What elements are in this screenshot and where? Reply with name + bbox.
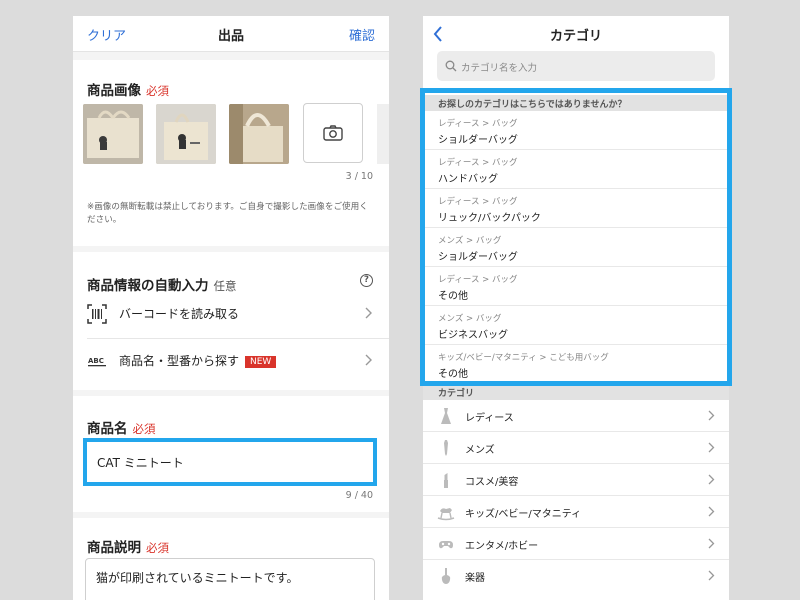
listing-nav-bar: クリア 出品 確認 <box>73 16 389 52</box>
product-name-value: CAT ミニトート <box>97 456 184 470</box>
rocking-horse-icon <box>437 508 455 521</box>
category-title: カテゴリ <box>549 29 602 44</box>
photos-heading: 商品画像 必須 <box>87 79 169 99</box>
optional-label: 任意 <box>213 279 237 293</box>
necktie-icon <box>444 440 448 456</box>
autofill-heading: 商品情報の自動入力 任意 <box>87 274 237 294</box>
category-list-header: カテゴリ <box>423 384 729 400</box>
category-label: メンズ <box>465 445 495 456</box>
required-label: 必須 <box>132 422 156 436</box>
category-item-kids[interactable]: キッズ/ベビー/マタニティ <box>423 496 729 528</box>
category-item-ladies[interactable]: レディース <box>423 400 729 432</box>
abc-icon: ABC <box>88 357 106 367</box>
photo-thumbnail-3[interactable] <box>229 104 289 164</box>
category-label: コスメ/美容 <box>465 477 519 488</box>
gamepad-icon <box>439 541 453 549</box>
help-icon[interactable]: ? <box>360 274 373 287</box>
photos-heading-text: 商品画像 <box>87 83 141 99</box>
new-badge: NEW <box>245 356 277 368</box>
chevron-right-icon <box>708 538 715 549</box>
chevron-right-icon <box>708 410 715 421</box>
required-label: 必須 <box>146 541 169 555</box>
instrument-icon <box>441 568 451 584</box>
listing-title: 出品 <box>217 29 244 44</box>
description-heading: 商品説明 必須 <box>87 536 169 556</box>
category-item-cosmetics[interactable]: コスメ/美容 <box>423 464 729 496</box>
photo-slot-edge <box>377 104 389 164</box>
category-item-entertainment[interactable]: エンタメ/ホビー <box>423 528 729 560</box>
photo-thumbnail-1[interactable] <box>83 104 143 164</box>
name-search-row[interactable]: ABC 商品名・型番から探す NEW <box>73 339 389 383</box>
barcode-label: バーコードを読み取る <box>119 307 240 321</box>
category-label: 楽器 <box>465 573 485 584</box>
chevron-right-icon <box>708 474 715 485</box>
chevron-right-icon <box>708 506 715 517</box>
search-placeholder: カテゴリ名を入力 <box>461 63 538 74</box>
category-item-mens[interactable]: メンズ <box>423 432 729 464</box>
chevron-right-icon <box>708 570 715 581</box>
description-value: 猫が印刷されているミニトートです。 <box>96 571 299 585</box>
product-name-heading: 商品名 必須 <box>87 417 156 437</box>
suggestion-highlight-frame <box>420 88 732 386</box>
description-input[interactable]: 猫が印刷されているミニトートです。 <box>85 558 375 600</box>
category-label: エンタメ/ホビー <box>465 541 539 552</box>
search-icon <box>445 60 457 72</box>
photo-thumbnail-2[interactable] <box>156 104 216 164</box>
description-heading-text: 商品説明 <box>87 540 141 556</box>
dress-icon <box>441 408 451 424</box>
listing-screen: クリア 出品 確認 商品画像 必須 3 / 10 ※画像の無断転載は禁止しておりま… <box>73 16 389 600</box>
add-photo-button[interactable] <box>303 103 363 163</box>
confirm-button[interactable]: 確認 <box>349 25 375 44</box>
product-name-heading-text: 商品名 <box>87 421 128 437</box>
barcode-icon <box>87 304 107 324</box>
lipstick-icon <box>444 473 448 488</box>
name-search-label: 商品名・型番から探す NEW <box>119 352 277 369</box>
required-label: 必須 <box>146 84 169 98</box>
chevron-right-icon <box>365 307 372 319</box>
category-label: レディース <box>465 413 514 424</box>
photo-notice: ※画像の無断転載は禁止しております。ご自身で撮影した画像をご使用ください。 <box>87 202 368 225</box>
category-label: キッズ/ベビー/マタニティ <box>465 509 582 520</box>
name-search-text: 商品名・型番から探す <box>119 354 240 368</box>
product-name-counter: 9 / 40 <box>345 490 373 501</box>
svg-text:ABC: ABC <box>88 357 104 365</box>
barcode-row[interactable]: バーコードを読み取る <box>73 292 389 336</box>
camera-icon <box>323 125 343 141</box>
category-item-instruments[interactable]: 楽器 <box>423 560 729 592</box>
product-name-input[interactable]: CAT ミニトート <box>83 438 377 486</box>
photo-counter: 3 / 10 <box>345 171 373 182</box>
chevron-right-icon <box>365 354 372 366</box>
chevron-right-icon <box>708 442 715 453</box>
category-list-header-text: カテゴリ <box>438 389 475 399</box>
category-search-input[interactable]: カテゴリ名を入力 <box>437 51 715 81</box>
